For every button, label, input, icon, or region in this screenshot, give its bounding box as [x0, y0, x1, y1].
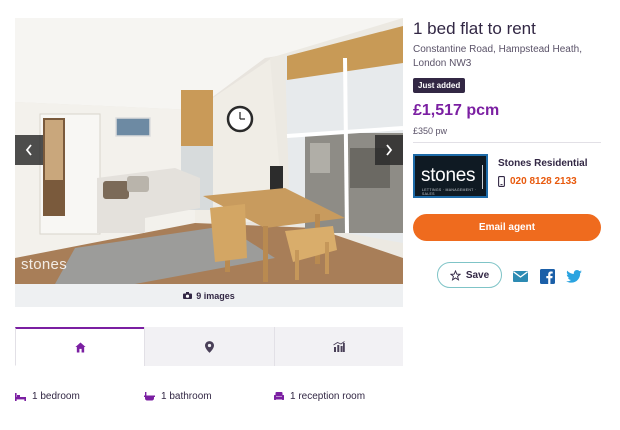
section-divider — [413, 142, 601, 143]
property-photo[interactable]: stones — [15, 18, 403, 284]
agent-logo-rule — [482, 165, 483, 189]
agent-logo-tagline: LETTINGS · MANAGEMENT · SALES — [422, 188, 477, 196]
tab-market-info[interactable] — [275, 327, 403, 366]
email-agent-label: Email agent — [478, 222, 536, 233]
bedrooms-label: 1 bedroom — [32, 391, 80, 402]
facebook-icon — [539, 268, 555, 284]
previous-image-button[interactable] — [15, 135, 43, 165]
next-image-button[interactable] — [375, 135, 403, 165]
tab-overview[interactable] — [15, 327, 145, 366]
feature-bathrooms: 1 bathroom — [144, 391, 212, 402]
image-count[interactable]: 9 images — [15, 284, 403, 307]
agent-logo-word: stones — [421, 165, 476, 186]
bath-icon — [144, 392, 155, 401]
map-pin-icon — [204, 340, 214, 353]
camera-icon — [183, 292, 193, 299]
bed-icon — [15, 392, 26, 401]
agent-logo[interactable]: stones LETTINGS · MANAGEMENT · SALES — [413, 154, 488, 198]
listing-address: Constantine Road, Hampstead Heath, Londo… — [413, 44, 582, 69]
price-weekly: £350 pw — [413, 126, 448, 136]
share-twitter-button[interactable] — [566, 268, 582, 284]
share-facebook-button[interactable] — [539, 268, 555, 284]
tab-map[interactable] — [144, 327, 275, 366]
reception-label: 1 reception room — [290, 391, 366, 402]
chevron-right-icon — [386, 144, 393, 156]
price-monthly: £1,517 pcm — [413, 102, 500, 119]
feature-reception: 1 reception room — [274, 391, 365, 402]
listing-details: 1 bed flat to rent Constantine Road, Ham… — [413, 18, 603, 136]
twitter-icon — [566, 269, 582, 283]
save-label: Save — [465, 269, 490, 281]
agent-phone-link[interactable]: 020 8128 2133 — [498, 176, 577, 187]
home-icon — [75, 341, 86, 353]
feature-bedrooms: 1 bedroom — [15, 391, 80, 402]
share-email-button[interactable] — [512, 268, 528, 284]
key-features: 1 bedroom 1 bathroom 1 reception room — [15, 391, 415, 405]
agent-phone-number: 020 8128 2133 — [510, 176, 577, 187]
listing-tabs — [15, 327, 403, 366]
bathrooms-label: 1 bathroom — [161, 391, 212, 402]
save-button[interactable]: Save — [437, 262, 502, 288]
agent-card: stones LETTINGS · MANAGEMENT · SALES Sto… — [413, 154, 603, 198]
photo-gallery: stones 9 images — [15, 18, 403, 307]
agent-name[interactable]: Stones Residential — [498, 158, 587, 169]
chevron-left-icon — [25, 144, 32, 156]
email-agent-button[interactable]: Email agent — [413, 214, 601, 241]
mobile-phone-icon — [498, 176, 505, 187]
listing-title: 1 bed flat to rent — [413, 19, 536, 38]
photo-watermark: stones — [21, 256, 67, 273]
sofa-icon — [274, 392, 284, 400]
chart-icon — [333, 341, 345, 352]
email-icon — [512, 270, 528, 282]
image-count-label: 9 images — [196, 290, 235, 301]
star-icon — [449, 269, 461, 281]
status-badge: Just added — [413, 78, 466, 93]
